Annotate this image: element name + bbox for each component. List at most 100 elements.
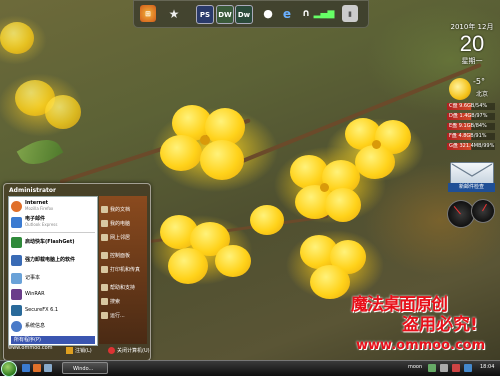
- menu-item-title: 系统信息: [25, 323, 46, 329]
- leaf: [16, 131, 64, 173]
- disk-meter-label: D盘 1.4GB/97%: [447, 112, 495, 120]
- sysinfo-icon: [11, 320, 22, 332]
- folder-icon: [101, 205, 108, 213]
- place-item-printers[interactable]: 打印机和传真: [101, 264, 145, 274]
- disk-meters-widget: C盘 9.6GB/54% D盘 1.4GB/97% E盘 9.1GB/84% F…: [447, 102, 495, 152]
- place-item-label: 运行...: [110, 312, 125, 319]
- dw2-icon[interactable]: Dw: [235, 5, 253, 24]
- logoff-label: 注销(L): [75, 348, 92, 354]
- weather-city: 北京: [476, 91, 489, 98]
- place-item-label: 打印机和传真: [110, 266, 141, 273]
- place-item-run[interactable]: 运行...: [101, 310, 145, 320]
- flower-petal: [200, 140, 244, 180]
- all-programs-button[interactable]: 所有程序(P): [11, 336, 95, 344]
- place-item-help[interactable]: 帮助和支持: [101, 282, 145, 292]
- power-icon: [108, 347, 115, 354]
- memory-gauge-icon: [471, 199, 495, 223]
- disk-meter: G盘 321.4MB/99%: [447, 142, 495, 150]
- place-item-label: 网上邻居: [110, 234, 131, 241]
- help-icon: [101, 283, 108, 291]
- disk-meter-label: F盘 4.8GB/91%: [447, 132, 495, 140]
- clock-day: 20: [459, 31, 485, 56]
- flower-center: [372, 140, 381, 149]
- quicklaunch-firefox-icon[interactable]: [33, 364, 41, 372]
- gauge-needle: [453, 206, 461, 215]
- logoff-button[interactable]: 注销(L): [66, 347, 92, 354]
- taskbar-window-button[interactable]: Windo...: [62, 362, 108, 374]
- menu-item-firefox[interactable]: Internet Mozilla Firefox: [11, 199, 95, 213]
- run-icon: [101, 311, 108, 319]
- disk-meter-label: G盘 321.4MB/99%: [447, 142, 495, 150]
- headphones-icon[interactable]: ∩: [298, 5, 314, 22]
- place-item-computer[interactable]: 我的电脑: [101, 218, 145, 228]
- mail-label[interactable]: 新邮件检查: [448, 183, 495, 192]
- menu-item-notepad[interactable]: 记事本: [11, 271, 95, 285]
- shutdown-label: 关闭计算机(U): [117, 348, 150, 354]
- watermark-line-2: 盗用必究!: [402, 315, 478, 335]
- weather-temp: -5°: [473, 77, 485, 86]
- flower-center: [200, 135, 210, 145]
- place-item-control-panel[interactable]: 控制面板: [101, 250, 145, 260]
- start-menu-username: Administrator: [9, 187, 56, 194]
- computer-icon: [101, 219, 108, 227]
- menu-item-sub: Mozilla Firefox: [25, 206, 54, 211]
- start-menu-programs: Internet Mozilla Firefox 电子邮件 Outlook Expr…: [8, 196, 98, 346]
- windows-flag-icon[interactable]: ⊞: [140, 5, 156, 22]
- weather-widget[interactable]: -5° 北京: [446, 75, 498, 105]
- chat-icon[interactable]: ●: [260, 5, 276, 22]
- menu-item-title: 记事本: [25, 275, 41, 281]
- key-icon: [66, 347, 73, 354]
- star-icon[interactable]: ★: [166, 5, 182, 22]
- menu-item-securefx[interactable]: SecureFX 6.1: [11, 303, 95, 317]
- flower-petal: [215, 245, 251, 277]
- signal-icon[interactable]: ▂▄▆: [314, 5, 335, 22]
- place-item-network[interactable]: 网上邻居: [101, 232, 145, 242]
- place-item-label: 控制面板: [110, 252, 131, 259]
- flower-petal: [310, 265, 350, 299]
- notepad-icon: [11, 272, 22, 284]
- quicklaunch-ie-icon[interactable]: [22, 364, 30, 372]
- menu-item-flashget[interactable]: 启动快车(FlashGet): [11, 235, 95, 249]
- place-item-documents[interactable]: 我的文档: [101, 204, 145, 214]
- menu-item-email[interactable]: 电子邮件 Outlook Express: [11, 215, 95, 229]
- menu-item-title: WinRAR: [25, 291, 45, 297]
- disk-meter: E盘 9.1GB/84%: [447, 122, 495, 130]
- menu-item-sub: Outlook Express: [25, 222, 58, 227]
- ie-icon[interactable]: e: [279, 5, 295, 22]
- watermark-line-3: www.ommoo.com: [356, 338, 486, 353]
- tray-volume-icon[interactable]: [440, 364, 448, 372]
- firefox-icon: [11, 200, 22, 212]
- dw-icon[interactable]: DW: [216, 5, 234, 24]
- shutdown-button[interactable]: 关闭计算机(U): [108, 347, 150, 354]
- place-item-label: 帮助和支持: [110, 284, 136, 291]
- menu-item-winrar[interactable]: WinRAR: [11, 287, 95, 301]
- tray-network-icon[interactable]: [428, 364, 436, 372]
- network-icon: [101, 233, 108, 241]
- trash-icon[interactable]: ▮: [342, 5, 358, 22]
- menu-divider: [11, 232, 95, 233]
- disk-meter: D盘 1.4GB/97%: [447, 112, 495, 120]
- winrar-icon: [11, 288, 22, 300]
- menu-item-title: SecureFX 6.1: [25, 307, 59, 313]
- tray-clock[interactable]: 18:04: [480, 364, 494, 370]
- ps-icon[interactable]: PS: [196, 5, 214, 24]
- sun-icon: [449, 78, 471, 100]
- menu-item-sysinfo[interactable]: 系统信息: [11, 319, 95, 333]
- menu-item-title: 启动快车(FlashGet): [25, 239, 75, 245]
- start-menu-places: 我的文档 我的电脑 网上邻居 控制面板 打印机和传真 帮助和支持 搜索 运行..…: [99, 196, 147, 344]
- menu-item-uninstaller[interactable]: 强力卸载电脑上的软件: [11, 253, 95, 267]
- tray-name: moon: [408, 364, 423, 370]
- uninstall-icon: [11, 254, 22, 266]
- clock-weekday: 星期一: [461, 57, 483, 65]
- flower-petal: [160, 135, 202, 171]
- search-icon: [101, 297, 108, 305]
- place-item-search[interactable]: 搜索: [101, 296, 145, 306]
- menu-item-title: 强力卸载电脑上的软件: [25, 257, 76, 263]
- tray-antivirus-icon[interactable]: [452, 364, 460, 372]
- place-item-label: 搜索: [110, 298, 121, 305]
- tray-app-icon[interactable]: [464, 364, 472, 372]
- quicklaunch-desktop-icon[interactable]: [44, 364, 52, 372]
- clock-widget: 2010年 12月 20 星期一: [448, 22, 496, 66]
- outlook-icon: [11, 216, 22, 228]
- envelope-icon: [451, 163, 493, 177]
